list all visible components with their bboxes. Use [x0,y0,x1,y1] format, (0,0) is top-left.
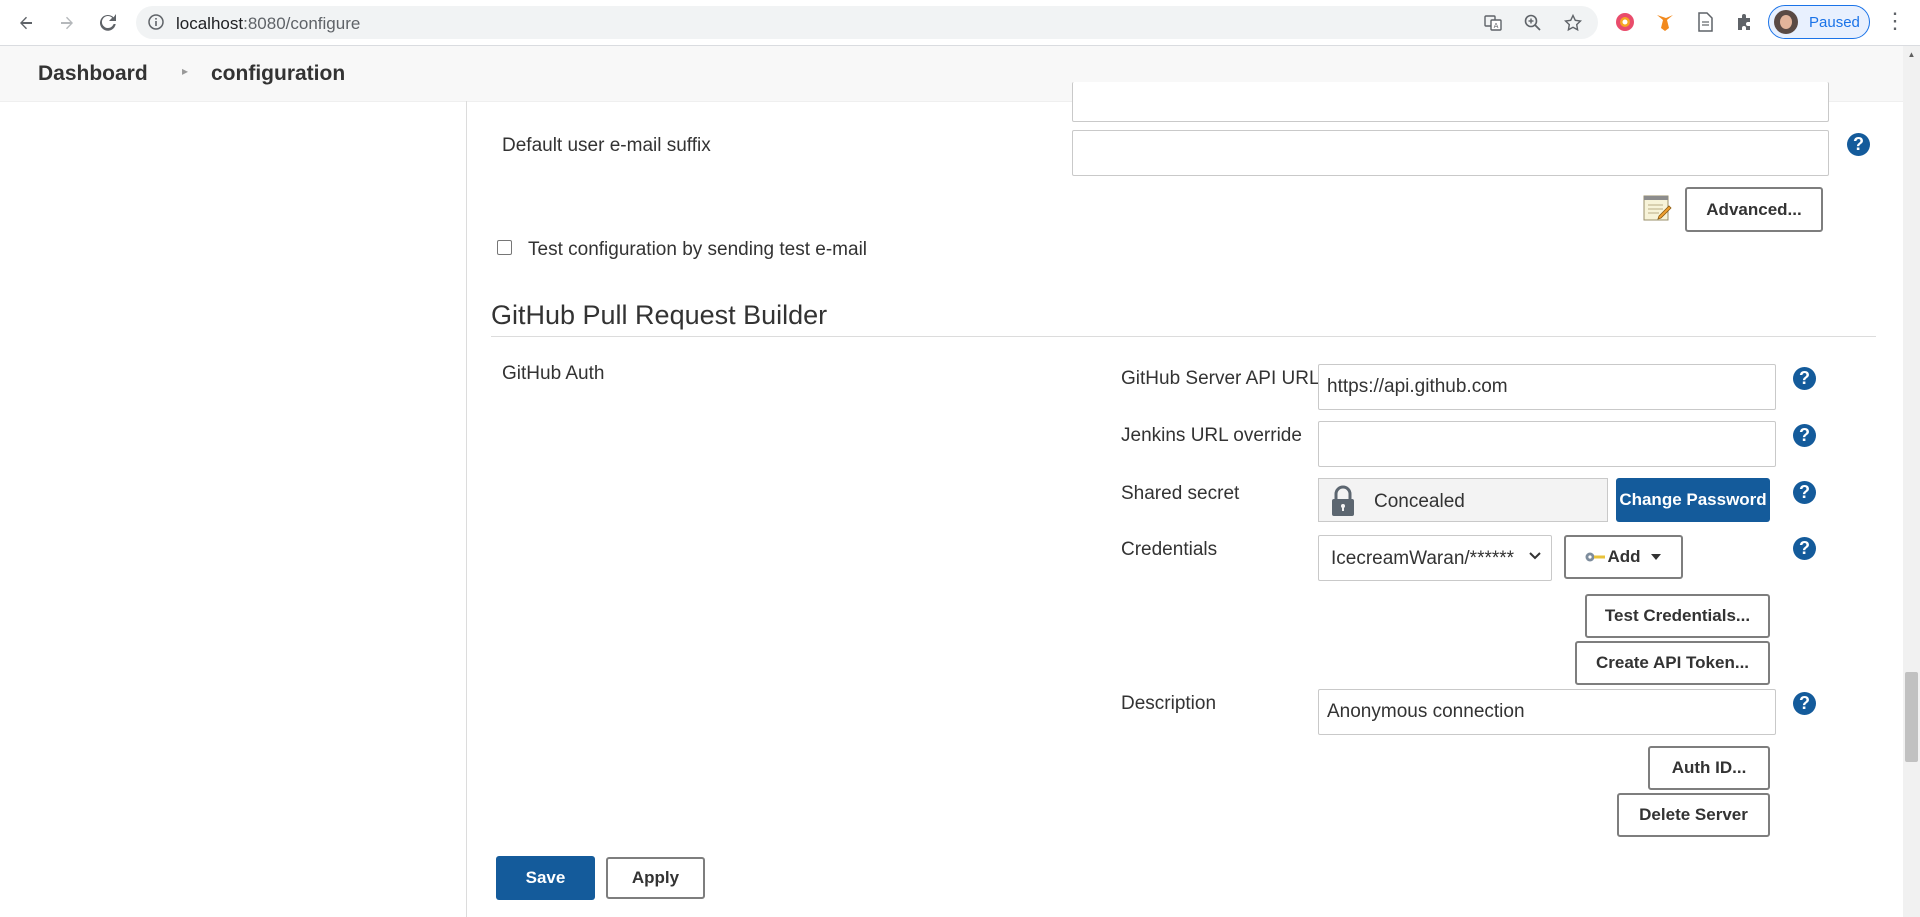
scroll-up-icon[interactable]: ▲ [1905,50,1918,64]
chevron-down-icon [1529,552,1541,560]
back-icon[interactable] [13,10,39,36]
profile-button[interactable]: Paused [1768,5,1870,39]
section-title-github-prb: GitHub Pull Request Builder [491,300,828,330]
scrollbar-thumb[interactable] [1905,672,1918,762]
extension-fox-icon[interactable] [1654,11,1676,33]
section-divider [491,336,1876,337]
github-auth-label: GitHub Auth [502,363,605,384]
jenkins-url-override-input[interactable] [1318,421,1776,467]
shared-secret-field: Concealed [1318,478,1608,522]
site-info-icon[interactable] [148,14,164,30]
change-password-button[interactable]: Change Password [1616,478,1770,522]
translate-icon[interactable]: A [1484,14,1502,32]
advanced-button[interactable]: Advanced... [1685,187,1823,232]
caret-down-icon [1650,554,1661,560]
side-panel-divider [466,101,467,917]
help-icon[interactable]: ? [1847,133,1870,156]
zoom-icon[interactable] [1524,14,1542,32]
description-input[interactable] [1318,689,1776,735]
svg-text:A: A [1494,22,1499,30]
test-configuration-checkbox[interactable] [497,240,512,255]
browser-menu-icon[interactable]: ⋮ [1884,10,1906,32]
server-api-url-label: GitHub Server API URL [1121,368,1320,389]
notepad-icon[interactable] [1641,192,1673,224]
scrollbar[interactable] [1903,46,1920,917]
description-label: Description [1121,693,1217,714]
address-bar[interactable]: localhost:8080/configure A [136,6,1598,39]
avatar [1774,10,1798,34]
save-button[interactable]: Save [496,856,595,900]
server-api-url-input[interactable] [1318,364,1776,410]
test-credentials-button[interactable]: Test Credentials... [1585,594,1770,638]
extensions-puzzle-icon[interactable] [1734,11,1756,33]
help-icon[interactable]: ? [1793,367,1816,390]
shared-secret-value: Concealed [1374,491,1465,512]
breadcrumb-dashboard[interactable]: Dashboard [38,62,148,86]
add-label: Add [1607,547,1641,566]
add-credentials-button[interactable]: Add [1564,535,1683,579]
help-icon[interactable]: ? [1793,692,1816,715]
key-icon [1585,552,1606,562]
forward-icon[interactable] [54,10,80,36]
help-icon[interactable]: ? [1793,481,1816,504]
previous-field-input[interactable] [1072,82,1829,122]
help-icon[interactable]: ? [1793,424,1816,447]
credentials-selected-value: IcecreamWaran/****** [1331,548,1515,569]
url-text: localhost:8080/configure [176,14,361,33]
help-icon[interactable]: ? [1793,537,1816,560]
chevron-right-icon: ▸ [182,64,189,78]
lock-icon [1332,485,1354,516]
reload-icon[interactable] [95,10,121,36]
delete-server-button[interactable]: Delete Server [1617,793,1770,837]
bookmark-star-icon[interactable] [1564,14,1582,32]
jenkins-url-override-label: Jenkins URL override [1121,425,1302,446]
auth-id-button[interactable]: Auth ID... [1648,746,1770,790]
breadcrumb-configuration[interactable]: configuration [211,62,345,86]
test-configuration-label: Test configuration by sending test e-mai… [528,239,868,260]
browser-toolbar: localhost:8080/configure A Paused ⋮ [0,0,1920,46]
extension-color-icon[interactable] [1614,11,1636,33]
default-email-suffix-label: Default user e-mail suffix [502,135,711,156]
extension-document-icon[interactable] [1694,11,1716,33]
default-email-suffix-input[interactable] [1072,130,1829,176]
profile-status: Paused [1809,14,1860,31]
credentials-select[interactable]: IcecreamWaran/****** [1318,535,1552,581]
shared-secret-label: Shared secret [1121,483,1240,504]
create-api-token-button[interactable]: Create API Token... [1575,641,1770,685]
apply-button[interactable]: Apply [606,857,705,899]
credentials-label: Credentials [1121,539,1218,560]
